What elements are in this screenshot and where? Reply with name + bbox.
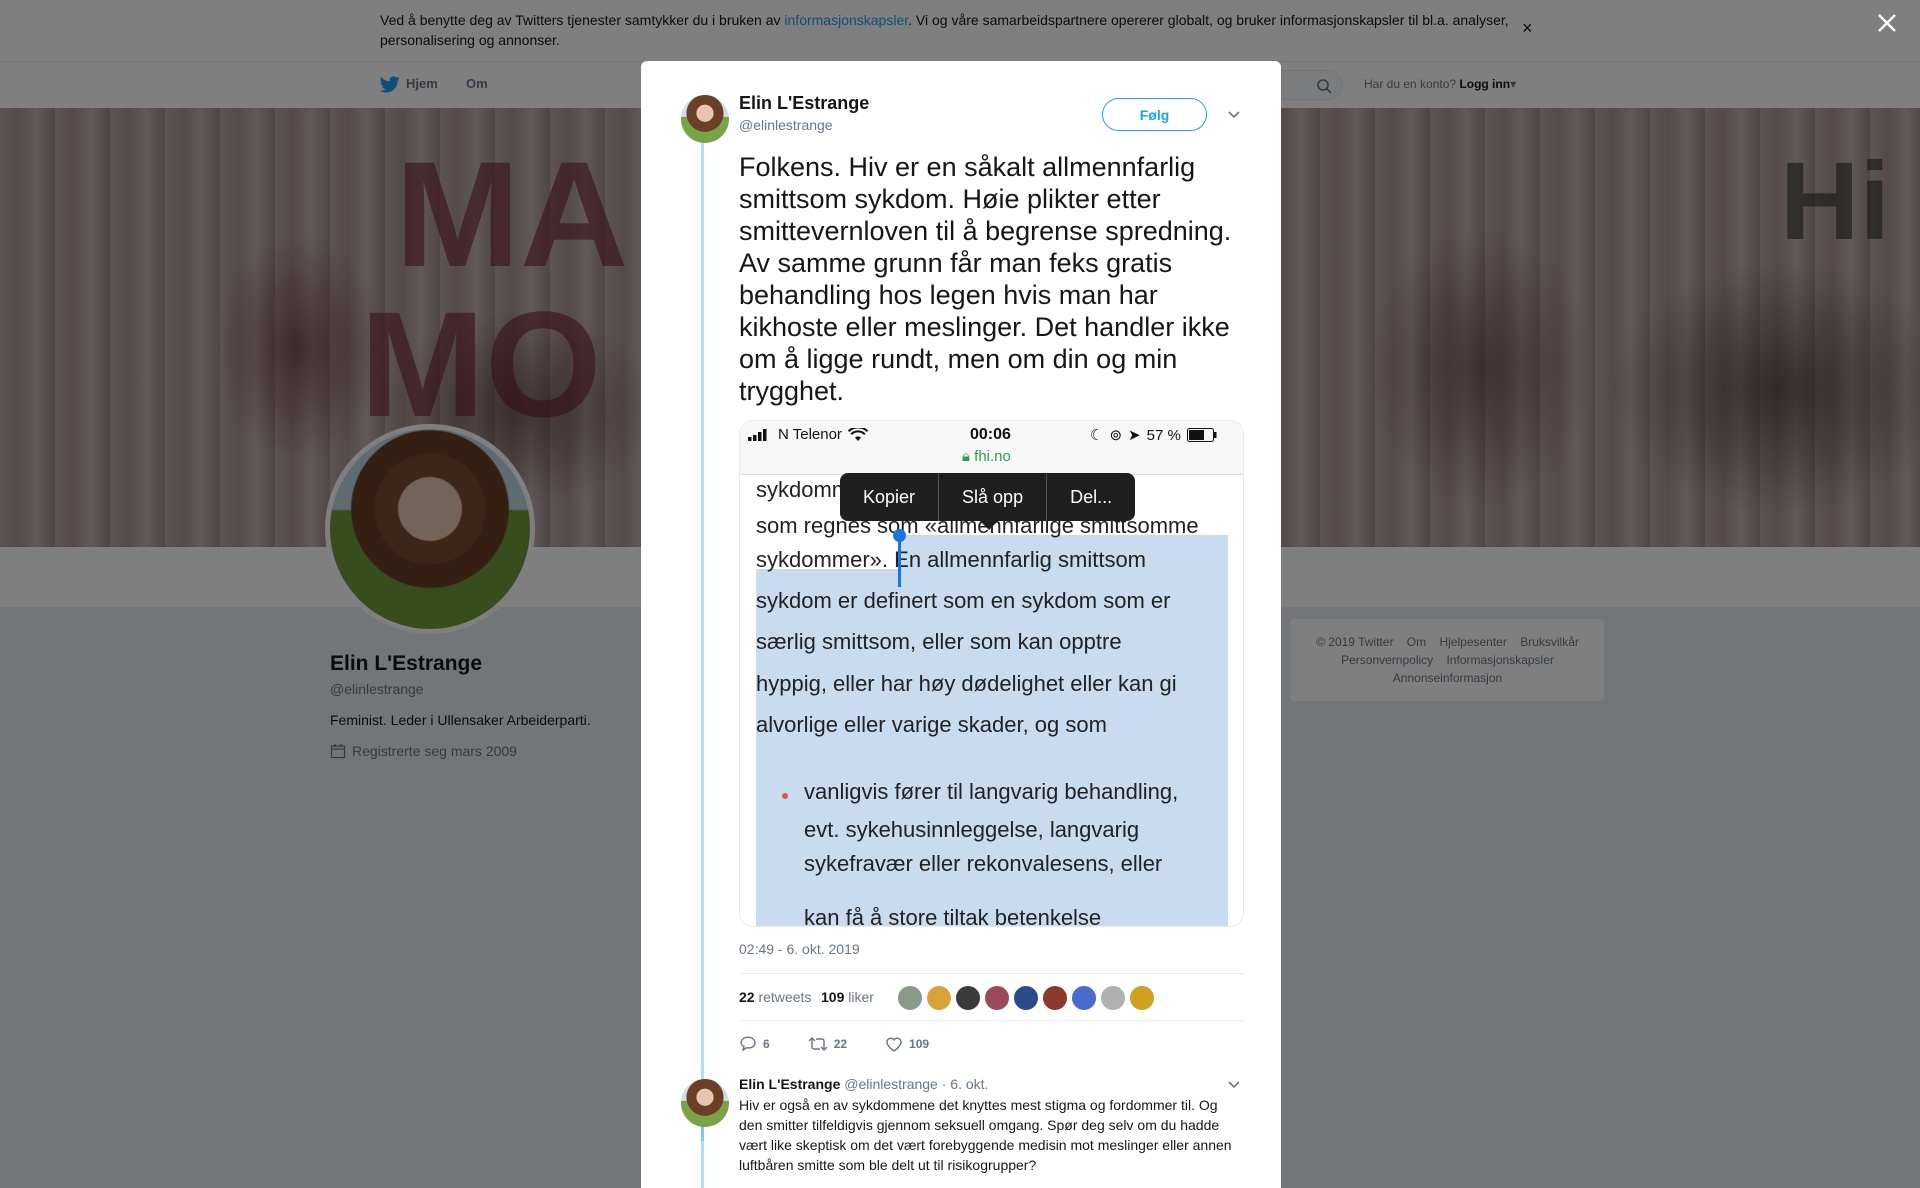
like-stat[interactable]: 109 liker	[821, 989, 874, 1005]
chevron-down-icon[interactable]	[1227, 107, 1241, 121]
retweet-button[interactable]: 22	[808, 1031, 847, 1057]
context-menu-share[interactable]: Del...	[1047, 473, 1135, 521]
battery-icon	[1186, 428, 1217, 442]
reply-avatar[interactable]	[681, 1079, 729, 1127]
liker-avatars	[897, 985, 1155, 1011]
moon-icon: ☾	[1090, 427, 1104, 444]
wifi-icon	[847, 427, 868, 441]
phone-text-line: alvorlige eller varige skader, og som	[756, 712, 1107, 737]
phone-status-bar: N Telenor 00:06 ☾ ⊚ ➤ 57 % 🔒︎ fhi.no	[740, 421, 1243, 475]
signal-icon	[748, 428, 767, 441]
rotation-lock-icon: ⊚	[1109, 427, 1123, 444]
liker-avatar[interactable]	[926, 985, 952, 1011]
reply-header: Elin L'Estrange @elinlestrange · 6. okt.	[739, 1076, 988, 1092]
bullet-dot	[782, 793, 788, 799]
carrier-name: N Telenor	[778, 426, 842, 443]
tweet-timestamp[interactable]: 02:49 - 6. okt. 2019	[739, 941, 860, 957]
tweet-text: Folkens. Hiv er en såkalt allmennfarlig …	[739, 152, 1232, 406]
liker-avatar[interactable]	[955, 985, 981, 1011]
liker-avatar[interactable]	[1071, 985, 1097, 1011]
phone-bullet-line: kan få å store tiltak betenkelse	[804, 905, 1102, 927]
retweet-action-count: 22	[833, 1037, 848, 1051]
liker-avatar[interactable]	[1129, 985, 1155, 1011]
liker-avatar[interactable]	[1100, 985, 1126, 1011]
retweet-label: retweets	[758, 989, 812, 1005]
chevron-down-icon[interactable]	[1227, 1077, 1241, 1091]
tweet-author-name[interactable]: Elin L'Estrange	[739, 93, 869, 114]
reply-author-handle[interactable]: @elinlestrange	[844, 1076, 938, 1092]
battery-percent: 57 %	[1146, 426, 1181, 444]
phone-text-line: sykdommer». En allmennfarlig smittsom	[756, 547, 1147, 572]
follow-button[interactable]: Følg	[1102, 98, 1207, 131]
tweet-avatar[interactable]	[681, 95, 729, 143]
thread-line	[701, 1125, 704, 1188]
battery-info: ☾ ⊚ ➤ 57 %	[1090, 426, 1217, 444]
selection-handle	[898, 535, 901, 587]
phone-bullet-line: vanligvis fører til langvarig behandling…	[804, 779, 1179, 804]
phone-page-content: sykdommer or de som regnes som «allmennf…	[740, 473, 1243, 927]
phone-bullet-line: evt. sykehusinnleggelse, langvarig	[804, 817, 1140, 842]
phone-text-line: sykdom er definert som en sykdom som er	[756, 588, 1171, 613]
selection-handle-knob	[893, 529, 906, 542]
reply-count: 6	[763, 1037, 770, 1051]
liker-avatar[interactable]	[984, 985, 1010, 1011]
liker-avatar[interactable]	[1013, 985, 1039, 1011]
retweet-icon	[808, 1037, 828, 1051]
like-action-count: 109	[909, 1037, 930, 1051]
location-icon: ➤	[1128, 427, 1141, 444]
tweet-author-handle[interactable]: @elinlestrange	[739, 117, 833, 133]
lock-icon: 🔒︎	[962, 448, 970, 465]
liker-avatar[interactable]	[897, 985, 923, 1011]
retweet-count: 22	[739, 989, 755, 1005]
context-menu-lookup[interactable]: Slå opp	[939, 473, 1048, 521]
phone-text-line: hyppig, eller har høy dødelighet eller k…	[756, 671, 1177, 696]
like-label: liker	[848, 989, 874, 1005]
phone-bullet-line: sykefravær eller rekonvalesens, eller	[804, 851, 1163, 876]
thread-line	[701, 141, 704, 1141]
phone-text-line: særlig smittsom, eller som kan opptre	[756, 629, 1122, 654]
retweet-stat[interactable]: 22 retweets	[739, 989, 811, 1005]
tweet-modal: Elin L'Estrange @elinlestrange Følg Folk…	[641, 61, 1281, 1188]
carrier-info: N Telenor	[748, 426, 868, 443]
context-menu: Kopier Slå opp Del...	[840, 473, 1136, 521]
liker-avatar[interactable]	[1042, 985, 1068, 1011]
context-menu-arrow	[980, 521, 998, 530]
phone-clock: 00:06	[970, 426, 1011, 443]
reply-text: Hiv er også en av sykdommene det knyttes…	[739, 1097, 1232, 1173]
like-button[interactable]: 109	[885, 1031, 929, 1057]
reply-icon	[740, 1036, 756, 1052]
heart-icon	[886, 1037, 902, 1052]
reply-date[interactable]: · 6. okt.	[942, 1076, 989, 1092]
tweet-media-image[interactable]: N Telenor 00:06 ☾ ⊚ ➤ 57 % 🔒︎ fhi.no syk…	[739, 420, 1244, 927]
close-icon[interactable]	[1876, 12, 1898, 34]
tweet-stats: 22 retweets 109 liker	[739, 973, 1244, 1021]
like-count: 109	[821, 989, 845, 1005]
reply-author-name[interactable]: Elin L'Estrange	[739, 1076, 840, 1092]
phone-url: 🔒︎ fhi.no	[962, 448, 1011, 465]
context-menu-copy[interactable]: Kopier	[840, 473, 940, 521]
reply-button[interactable]: 6	[739, 1031, 770, 1057]
tweet-actions: 6 22 109	[739, 1031, 967, 1057]
phone-url-text: fhi.no	[974, 448, 1011, 465]
